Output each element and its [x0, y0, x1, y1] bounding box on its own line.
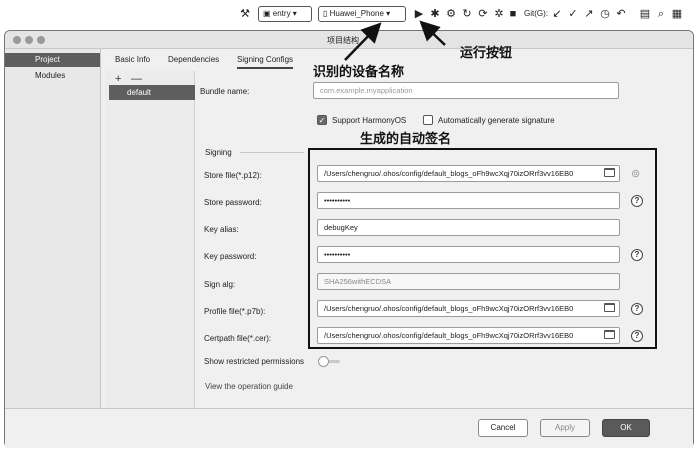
arrow-to-device-select [344, 22, 382, 61]
annotation-run-button: 运行按钮 [460, 46, 513, 61]
annotation-auto-signature: 生成的自动签名 [360, 132, 452, 147]
annotation-device-name: 识别的设备名称 [313, 65, 405, 80]
arrow-to-run-button [419, 20, 446, 46]
